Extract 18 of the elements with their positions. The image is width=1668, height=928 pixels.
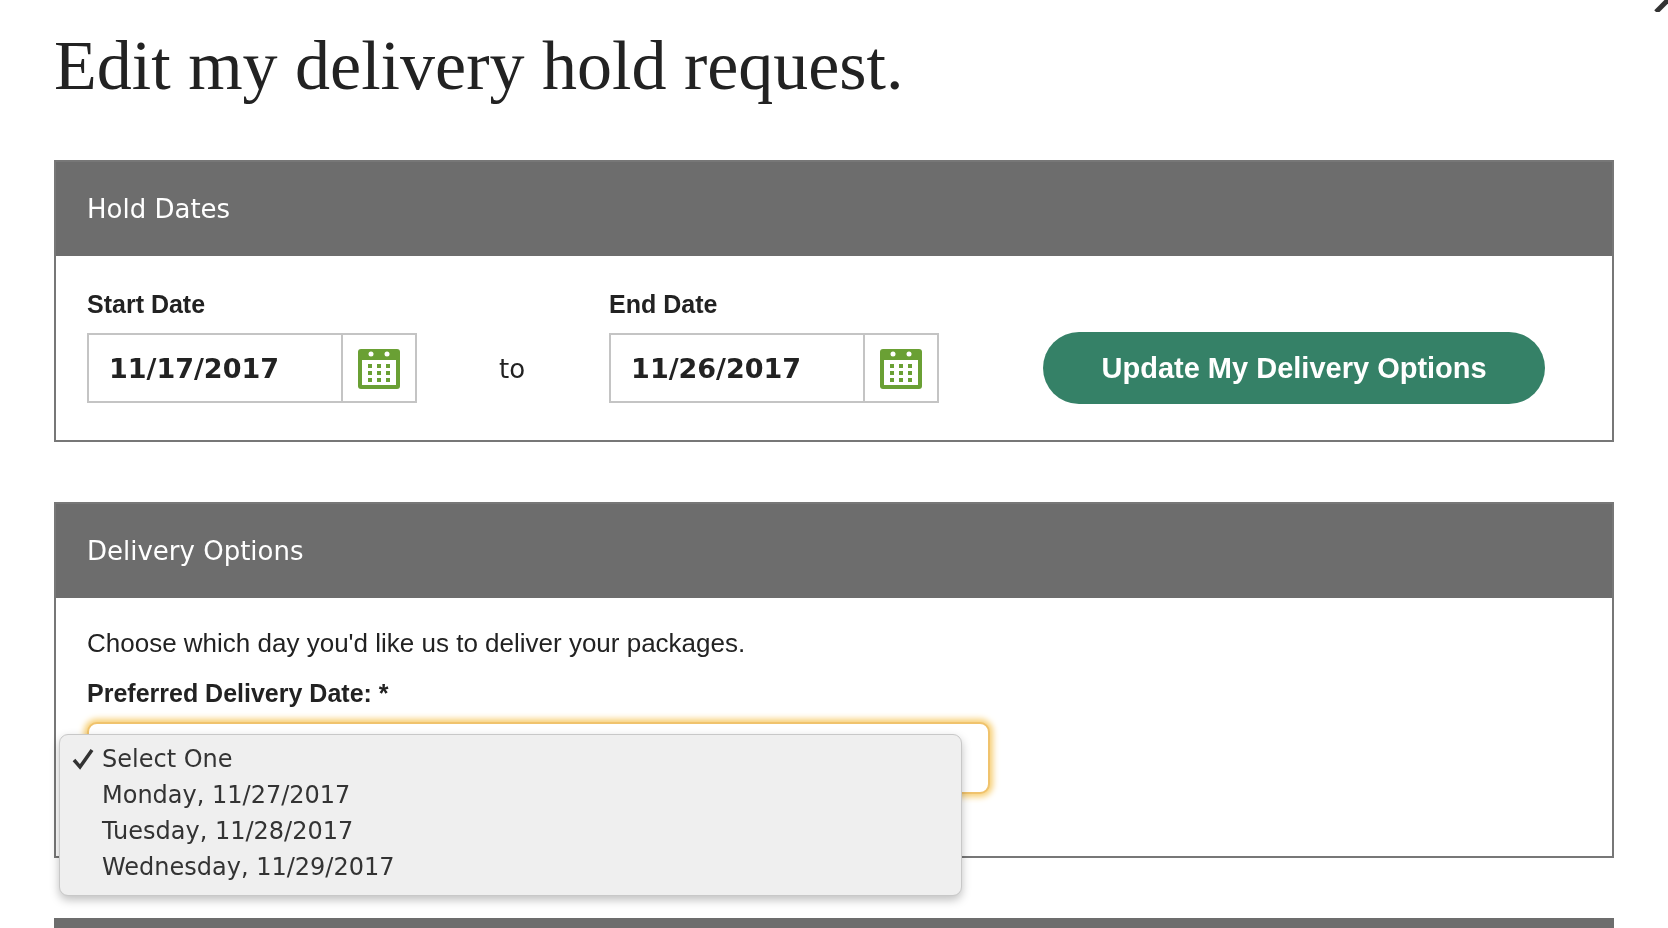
dropdown-option[interactable]: Monday, 11/27/2017	[102, 781, 351, 809]
date-label: Start Date	[87, 290, 207, 319]
dropdown-option[interactable]: Select One	[102, 745, 233, 773]
date-label: End Date	[609, 290, 719, 319]
slash-icon	[1652, 0, 1668, 12]
update-button[interactable]: Update My Delivery Options	[1043, 332, 1546, 404]
field-label: Preferred Delivery Date: *	[87, 679, 390, 708]
calendar-icon	[879, 346, 924, 390]
page-title: Edit my delivery hold request.	[54, 26, 905, 106]
calendar-icon	[357, 346, 401, 390]
date-field[interactable]: 11/26/2017	[609, 333, 940, 403]
dropdown-option[interactable]: Wednesday, 11/29/2017	[102, 853, 395, 881]
range-separator: to	[499, 354, 526, 384]
section-header: Hold Dates	[56, 162, 1612, 256]
date-field[interactable]: 11/17/2017	[87, 333, 417, 403]
dropdown-option[interactable]: Tuesday, 11/28/2017	[102, 817, 354, 845]
instruction-text: Choose which day you'd like us to deliver your packages.	[87, 628, 747, 659]
section-header: Delivery Options	[56, 504, 1612, 598]
